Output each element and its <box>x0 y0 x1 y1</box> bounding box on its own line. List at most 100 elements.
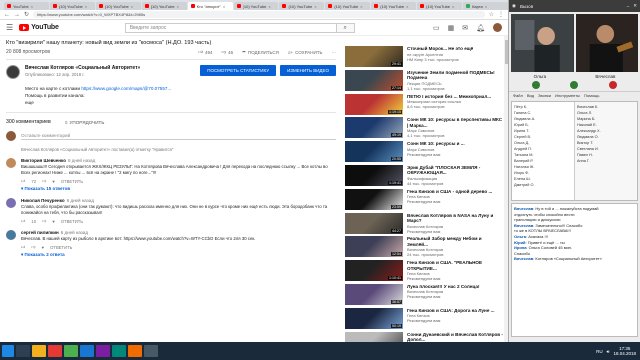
comment-like-icon[interactable]: 👍︎ <box>21 218 25 224</box>
recommended-video-title[interactable]: Изучение Земли подменой ПОДМЕСЬ! Подмена <box>407 70 503 81</box>
forward-icon[interactable]: → <box>14 12 20 18</box>
menu-item[interactable]: Файл <box>513 93 523 98</box>
browser-tab[interactable]: (10) YouTube × <box>279 2 325 10</box>
reload-icon[interactable]: ↻ <box>24 11 29 18</box>
notifications-bell-icon[interactable]: 🔔︎ <box>476 24 485 32</box>
tab-close-icon[interactable]: × <box>485 4 487 9</box>
hang-up-icon[interactable] <box>608 81 617 89</box>
edit-video-button[interactable]: ИЗМЕНИТЬ ВИДЕО <box>280 65 336 76</box>
comment-author-name[interactable]: Николая Печуренко <box>21 198 65 203</box>
account-avatar[interactable] <box>493 23 502 32</box>
youtube-logo[interactable]: YouTube <box>19 24 59 31</box>
url-field[interactable]: https://www.youtube.com/watch?v=0_WXPTBX… <box>33 11 485 18</box>
comment-dislike-icon[interactable]: 👎︎ <box>42 218 46 224</box>
comment-like-icon[interactable]: 👍︎ <box>21 244 25 250</box>
media-player-icon[interactable] <box>96 345 110 357</box>
apps-grid-icon[interactable]: ▦ <box>448 24 455 32</box>
video-thumbnail[interactable]: 29:41 <box>345 46 403 67</box>
recommended-video[interactable]: 36:57 Луна плоская!!! У нас 2 Солнца! Вяче… <box>345 283 503 306</box>
recommended-video[interactable]: 49:19 Сонн МК 10: ресурсы в перспективы М… <box>345 117 503 139</box>
recommended-video[interactable]: 1:19:41 Эрик Дубай "ПЛОСКАЯ ЗЕМЛЯ - ОКРУЖ… <box>345 164 503 187</box>
comment-author-name[interactable]: сергей пилипкин <box>21 230 59 235</box>
browser-menu-icon[interactable]: ⋮ <box>498 11 504 18</box>
menu-item[interactable]: Звонки <box>538 93 551 98</box>
browser-tab[interactable]: (10) YouTube × <box>49 2 95 10</box>
reply-button[interactable]: ОТВЕТИТЬ <box>50 245 72 250</box>
contact-item[interactable]: Дмитрий О. <box>514 182 572 188</box>
show-replies-button[interactable]: ▾ Показать 2 ответа <box>21 252 336 258</box>
like-button[interactable]: 👍︎ 494 <box>198 49 212 55</box>
recommended-video[interactable]: 44:27 Вячеслав Котляров в NASA на Луну и … <box>345 212 503 235</box>
recommended-video[interactable]: 12:54 Реальный Забор между Небом и Землёй… <box>345 236 503 258</box>
recommended-video-title[interactable]: Сонни Дунаевский и Вячеслав Котляров - Д… <box>407 332 503 343</box>
tab-close-icon[interactable]: × <box>85 4 87 9</box>
video-thumbnail[interactable]: 50:19 <box>345 307 403 329</box>
window-close-icon[interactable]: ✕ <box>633 3 637 9</box>
sort-comments-button[interactable]: ≡ УПОРЯДОЧИТЬ <box>65 120 105 125</box>
messages-icon[interactable]: ✉ <box>462 24 468 32</box>
recommended-video[interactable]: 1:10:41 Гена Кинзов и США. "РЕАЛЬНОЕ ОТКР… <box>345 260 503 282</box>
file-explorer-icon[interactable] <box>32 345 46 357</box>
comment-author[interactable]: Виктория Шевченко 6 дней назад <box>21 158 336 163</box>
video-thumbnail[interactable]: 44:27 <box>345 212 403 234</box>
video-thumbnail[interactable]: 1:19:41 <box>345 164 403 186</box>
browser-tab[interactable]: (10) YouTube × <box>417 2 463 10</box>
commenter-avatar[interactable] <box>6 198 16 208</box>
chat-user[interactable]: Ольга <box>514 234 526 239</box>
video-thumbnail[interactable]: 27:14 <box>345 69 403 91</box>
comment-author[interactable]: сергей пилипкин 6 дней назад <box>21 230 336 235</box>
chrome-browser-icon[interactable] <box>64 345 78 357</box>
show-replies-button[interactable]: ▾ Показать 15 ответов <box>21 186 336 192</box>
comment-like-icon[interactable]: 👍︎ <box>21 178 25 184</box>
show-more-link[interactable]: еще <box>25 99 336 106</box>
start-button-icon[interactable] <box>2 345 14 357</box>
channel-avatar[interactable] <box>6 65 20 79</box>
comment-author[interactable]: Николая Печуренко 6 дней назад <box>21 198 336 203</box>
menu-item[interactable]: Инструменты <box>555 93 580 98</box>
app-icon[interactable] <box>128 345 142 357</box>
video-thumbnail[interactable]: 36:57 <box>345 283 403 305</box>
video-thumbnail[interactable]: 1:19:15 <box>345 93 403 115</box>
description-link[interactable]: https://www.google.com/maps/@70.07557... <box>81 86 171 91</box>
menu-hamburger-icon[interactable]: ☰ <box>6 23 13 32</box>
back-icon[interactable]: ← <box>4 12 10 18</box>
browser-tab[interactable]: (10) YouTube × <box>141 2 187 10</box>
tab-close-icon[interactable]: × <box>31 4 33 9</box>
recommended-video[interactable]: 50:19 Гена Кинзов и США: Дорога на Луне .… <box>345 307 503 330</box>
app-icon[interactable] <box>112 345 126 357</box>
video-tile-right[interactable] <box>575 14 638 72</box>
search-input[interactable]: Введите запрос <box>126 24 336 32</box>
comment-dislike-icon[interactable]: 👎︎ <box>31 244 35 250</box>
add-comment-input[interactable]: Оставьте комментарий <box>21 133 336 140</box>
commenter-avatar[interactable] <box>6 230 16 240</box>
search-taskbar-icon[interactable] <box>16 345 30 357</box>
recommended-video[interactable]: 23:59 Гена Кинзов и США - одной дерево ..… <box>345 188 503 211</box>
tab-close-icon[interactable]: × <box>223 4 225 9</box>
app-icon[interactable] <box>144 345 158 357</box>
chat-user[interactable]: Вячеслав <box>514 206 533 211</box>
comment-dislike-icon[interactable]: 👎︎ <box>42 178 46 184</box>
view-stats-button[interactable]: ПОСМОТРЕТЬ СТАТИСТИКУ <box>200 65 277 76</box>
chat-user[interactable]: Ирина <box>514 245 526 250</box>
browser-tab[interactable]: (10) YouTube × <box>233 2 279 10</box>
browser-tab[interactable]: Кто "ангкрит" × <box>187 2 233 10</box>
menu-item[interactable]: Вид <box>527 93 534 98</box>
upload-video-icon[interactable]: ▭ <box>433 24 440 32</box>
language-indicator[interactable]: RU <box>596 349 603 354</box>
contact-item[interactable]: Анна Г. <box>577 158 635 164</box>
skype-icon[interactable] <box>80 345 94 357</box>
video-tile-left[interactable] <box>511 14 574 72</box>
bookmark-star-icon[interactable]: ☆ <box>489 11 494 18</box>
recommended-video[interactable]: 20:55 Сонн МК 10: ресурсы и ... Марк Симон… <box>345 141 503 163</box>
browser-tab[interactable]: (10) YouTube × <box>325 2 371 10</box>
chat-user[interactable]: Вячеслав <box>514 223 533 228</box>
microphone-icon[interactable] <box>532 81 541 89</box>
opera-browser-icon[interactable] <box>48 345 62 357</box>
reply-button[interactable]: ОТВЕТИТЬ <box>61 219 83 224</box>
tab-close-icon[interactable]: × <box>177 4 179 9</box>
browser-tab[interactable]: YouTube × <box>4 2 49 10</box>
recommended-video-title[interactable]: Реальный Забор между Небом и Землёй... <box>407 236 503 247</box>
tab-close-icon[interactable]: × <box>268 4 270 9</box>
comment-author-name[interactable]: Виктория Шевченко <box>21 158 66 163</box>
tab-close-icon[interactable]: × <box>360 4 362 9</box>
